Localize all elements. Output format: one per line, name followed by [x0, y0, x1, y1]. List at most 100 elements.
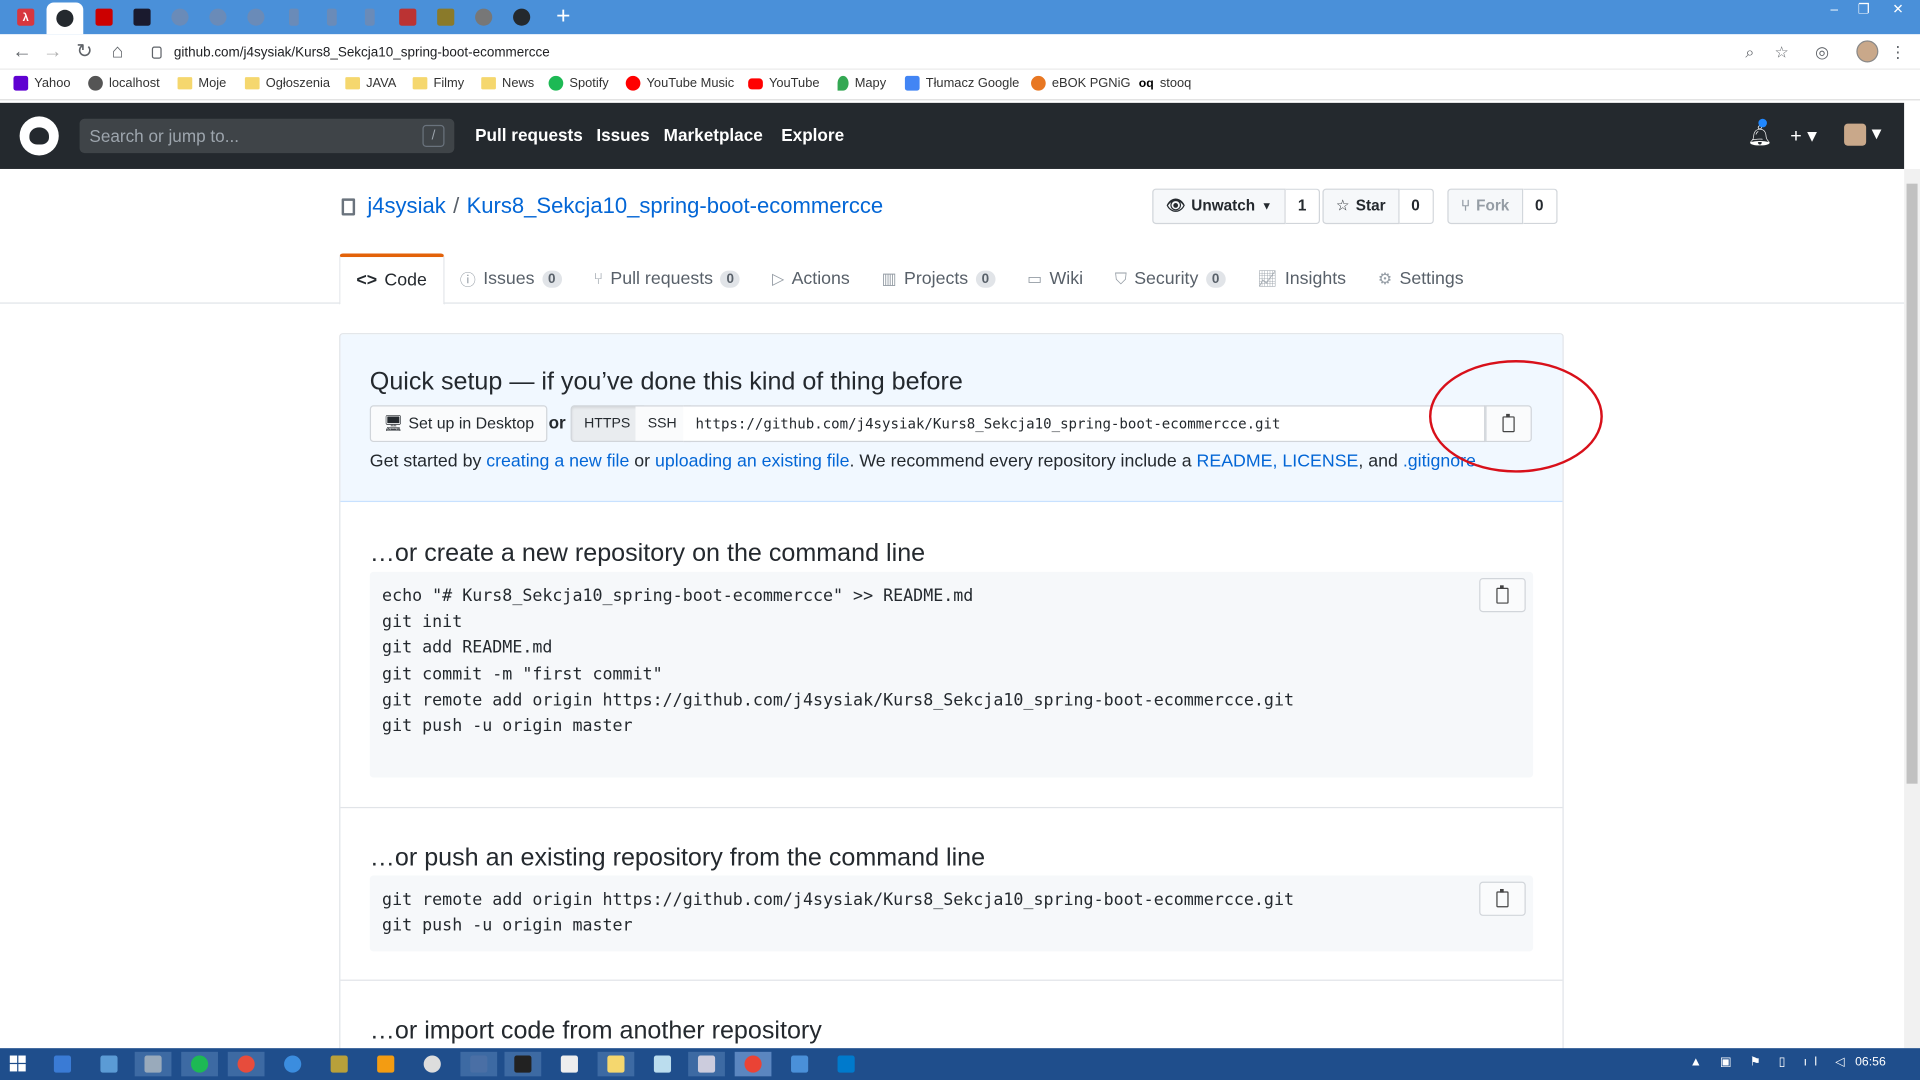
bookmark-item[interactable]: News	[481, 76, 534, 91]
bookmark-item[interactable]: localhost	[88, 75, 160, 91]
zoom-icon[interactable]: ⌕	[1739, 42, 1761, 64]
taskbar-app-icon[interactable]	[274, 1052, 311, 1076]
page-scrollbar-thumb[interactable]	[1906, 183, 1918, 784]
nav-pull-requests[interactable]: Pull requests	[475, 125, 583, 145]
bookmark-item[interactable]: YouTube Music	[625, 75, 734, 91]
taskbar-chrome-icon[interactable]	[734, 1051, 772, 1077]
close-window-icon[interactable]: ✕	[1883, 0, 1912, 20]
license-link[interactable]: LICENSE	[1282, 452, 1358, 472]
home-icon[interactable]: ⌂	[105, 40, 129, 64]
setup-in-desktop-button[interactable]: 🖥︎ Set up in Desktop	[369, 405, 548, 443]
tray-icons[interactable]: ▲ ▣ ⚑ ▯ ıl ◁	[1690, 1056, 1852, 1069]
watch-count[interactable]: 1	[1285, 188, 1320, 225]
taskbar-app-icon[interactable]	[44, 1052, 81, 1076]
browser-tab[interactable]	[86, 4, 123, 31]
search-input[interactable]: Search or jump to... /	[79, 118, 455, 154]
bookmark-star-icon[interactable]: ☆	[1771, 42, 1793, 64]
tab-code[interactable]: <> Code	[339, 253, 445, 305]
readme-link[interactable]: README	[1197, 452, 1273, 472]
taskbar-app-icon[interactable]	[644, 1052, 681, 1076]
unwatch-button[interactable]: 👁︎ Unwatch ▼	[1152, 188, 1286, 225]
bookmark-item[interactable]: Yahoo	[13, 75, 71, 91]
tab-insights[interactable]: 📈︎ Insights	[1241, 253, 1362, 303]
browser-tab[interactable]	[503, 4, 540, 31]
taskbar-vscode-icon[interactable]	[828, 1052, 865, 1076]
create-new-icon[interactable]: + ▾	[1790, 124, 1817, 148]
tab-wiki[interactable]: ▭ Wiki	[1011, 253, 1099, 303]
browser-tab[interactable]: λ	[7, 4, 44, 31]
bookmark-item[interactable]: Ogłoszenia	[244, 76, 330, 91]
taskbar-app-icon[interactable]	[781, 1052, 818, 1076]
user-avatar-menu[interactable]: ▾	[1844, 121, 1881, 146]
nav-issues[interactable]: Issues	[596, 125, 649, 145]
taskbar-app-icon[interactable]	[181, 1051, 218, 1077]
bookmark-item[interactable]: Tłumacz Google	[904, 75, 1019, 91]
taskbar-app-icon[interactable]	[321, 1052, 358, 1076]
create-new-file-link[interactable]: creating a new file	[486, 452, 629, 472]
bookmark-item[interactable]: Moje	[177, 76, 226, 91]
browser-tab[interactable]	[351, 4, 388, 31]
browser-tab-active[interactable]	[46, 2, 84, 35]
restore-icon[interactable]: ❐	[1849, 0, 1878, 20]
https-toggle[interactable]: HTTPS	[570, 405, 644, 443]
repo-name-link[interactable]: Kurs8_Sekcja10_spring-boot-ecommercce	[467, 193, 884, 217]
upload-file-link[interactable]: uploading an existing file	[655, 452, 849, 472]
taskbar-app-icon[interactable]	[367, 1052, 404, 1076]
browser-tab[interactable]	[162, 4, 199, 31]
browser-tab[interactable]	[238, 4, 275, 31]
taskbar-app-icon[interactable]	[597, 1051, 635, 1077]
taskbar-app-icon[interactable]	[134, 1051, 172, 1077]
taskbar-app-icon[interactable]	[551, 1052, 588, 1076]
browser-tab[interactable]	[124, 4, 161, 31]
tab-settings[interactable]: ⚙ Settings	[1362, 253, 1480, 303]
bookmark-item[interactable]: Mapy	[837, 75, 886, 91]
menu-dots-icon[interactable]: ⋮	[1887, 42, 1909, 64]
bookmark-item[interactable]: Filmy	[412, 76, 464, 91]
new-tab-icon[interactable]: +	[551, 4, 575, 29]
taskbar-clock[interactable]: 06:56	[1855, 1056, 1886, 1069]
taskbar-app-icon[interactable]	[414, 1052, 451, 1076]
tab-security[interactable]: ⛉ Security 0	[1099, 253, 1241, 303]
browser-tab[interactable]	[276, 4, 313, 31]
browser-tab[interactable]	[389, 4, 426, 31]
taskbar-app-icon[interactable]	[227, 1051, 265, 1077]
bookmark-item[interactable]: JAVA	[345, 76, 396, 91]
forward-icon[interactable]: →	[40, 40, 64, 64]
windows-start-icon[interactable]	[9, 1055, 27, 1073]
ssh-toggle[interactable]: SSH	[635, 405, 691, 443]
github-logo-icon[interactable]	[19, 116, 59, 156]
nav-marketplace[interactable]: Marketplace	[664, 125, 763, 145]
tab-projects[interactable]: ▥ Projects 0	[866, 253, 1011, 303]
address-bar[interactable]: github.com/j4sysiak/Kurs8_Sekcja10_sprin…	[140, 39, 1805, 66]
extension-icon[interactable]: ◎	[1811, 42, 1833, 64]
reload-icon[interactable]: ↻	[72, 40, 96, 64]
tab-pull-requests[interactable]: ⑂ Pull requests 0	[578, 253, 756, 303]
star-count[interactable]: 0	[1399, 188, 1434, 225]
taskbar-app-icon[interactable]	[688, 1051, 725, 1077]
browser-tab[interactable]	[313, 4, 350, 31]
browser-tab[interactable]	[465, 4, 502, 31]
fork-button[interactable]: ⑂ Fork	[1447, 188, 1523, 225]
taskbar-app-icon[interactable]	[91, 1052, 128, 1076]
tab-issues[interactable]: ⓘ Issues 0	[444, 253, 578, 303]
bookmark-item[interactable]: eBOK PGNiG	[1031, 75, 1130, 91]
fork-count[interactable]: 0	[1522, 188, 1558, 225]
tab-actions[interactable]: ▷ Actions	[756, 253, 866, 303]
star-button[interactable]: ☆ Star	[1322, 188, 1400, 225]
copy-new-repo-commands-button[interactable]	[1479, 577, 1526, 613]
browser-tab[interactable]	[200, 4, 237, 31]
nav-explore[interactable]: Explore	[781, 125, 844, 145]
minimize-icon[interactable]: –	[1820, 0, 1849, 20]
clone-url-input[interactable]: https://github.com/j4sysiak/Kurs8_Sekcja…	[683, 405, 1486, 443]
browser-tab[interactable]	[427, 4, 464, 31]
taskbar-app-icon[interactable]	[504, 1051, 542, 1077]
bookmark-item[interactable]: YouTube	[748, 76, 820, 91]
bookmark-item[interactable]: oq stooq	[1139, 76, 1192, 91]
bookmark-item[interactable]: Spotify	[548, 75, 609, 91]
taskbar-app-icon[interactable]	[460, 1051, 498, 1077]
profile-avatar[interactable]	[1856, 40, 1879, 63]
copy-push-commands-button[interactable]	[1479, 881, 1526, 916]
back-icon[interactable]: ←	[10, 40, 34, 64]
notifications-bell-icon[interactable]: 🔔︎	[1747, 124, 1772, 148]
repo-owner-link[interactable]: j4sysiak	[367, 193, 445, 217]
